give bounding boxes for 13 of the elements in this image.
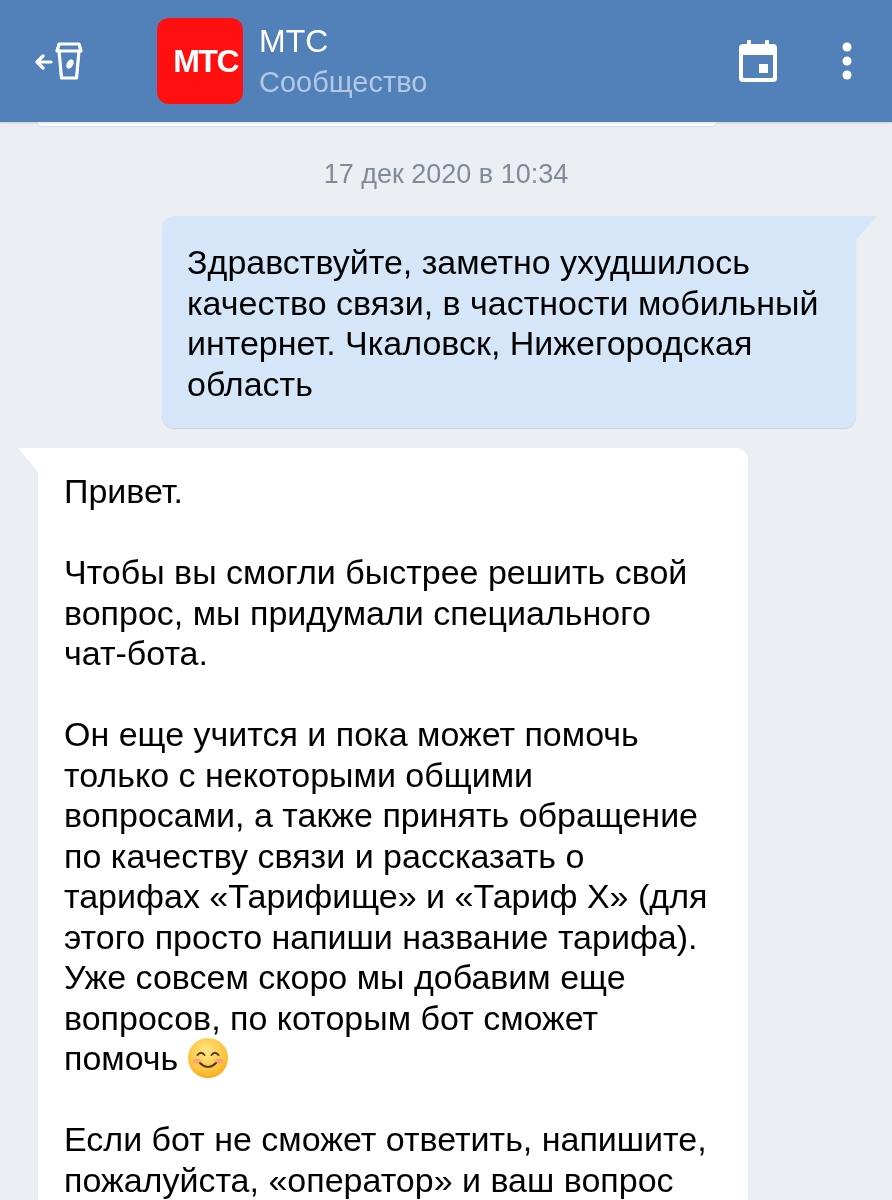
menu-button[interactable]	[840, 42, 854, 80]
message-text: помочь	[64, 1038, 179, 1079]
message-text: Если бот не сможет ответить, напишите, пожалуйста, «оператор» и ваш вопрос	[64, 1120, 707, 1199]
calendar-icon	[739, 40, 777, 82]
more-icon	[840, 42, 854, 80]
message-date: 17 дек 2020 в 10:34	[323, 158, 569, 191]
avatar-logo: МТС	[157, 18, 243, 104]
message-text: Здравствуйте, заметно ухудшилось качество связи, в частности мобильный интернет. Чкаловск, Нижегородская область	[187, 243, 819, 403]
chat-title: МТС	[259, 23, 330, 59]
calendar-button[interactable]	[739, 40, 777, 82]
message-text: Чтобы вы смогли быстрее решить свой вопрос, мы придумали специального чат-бота.	[64, 553, 688, 672]
message-text: Привет.	[64, 472, 184, 510]
chat-subtitle: Сообщество	[259, 65, 428, 99]
